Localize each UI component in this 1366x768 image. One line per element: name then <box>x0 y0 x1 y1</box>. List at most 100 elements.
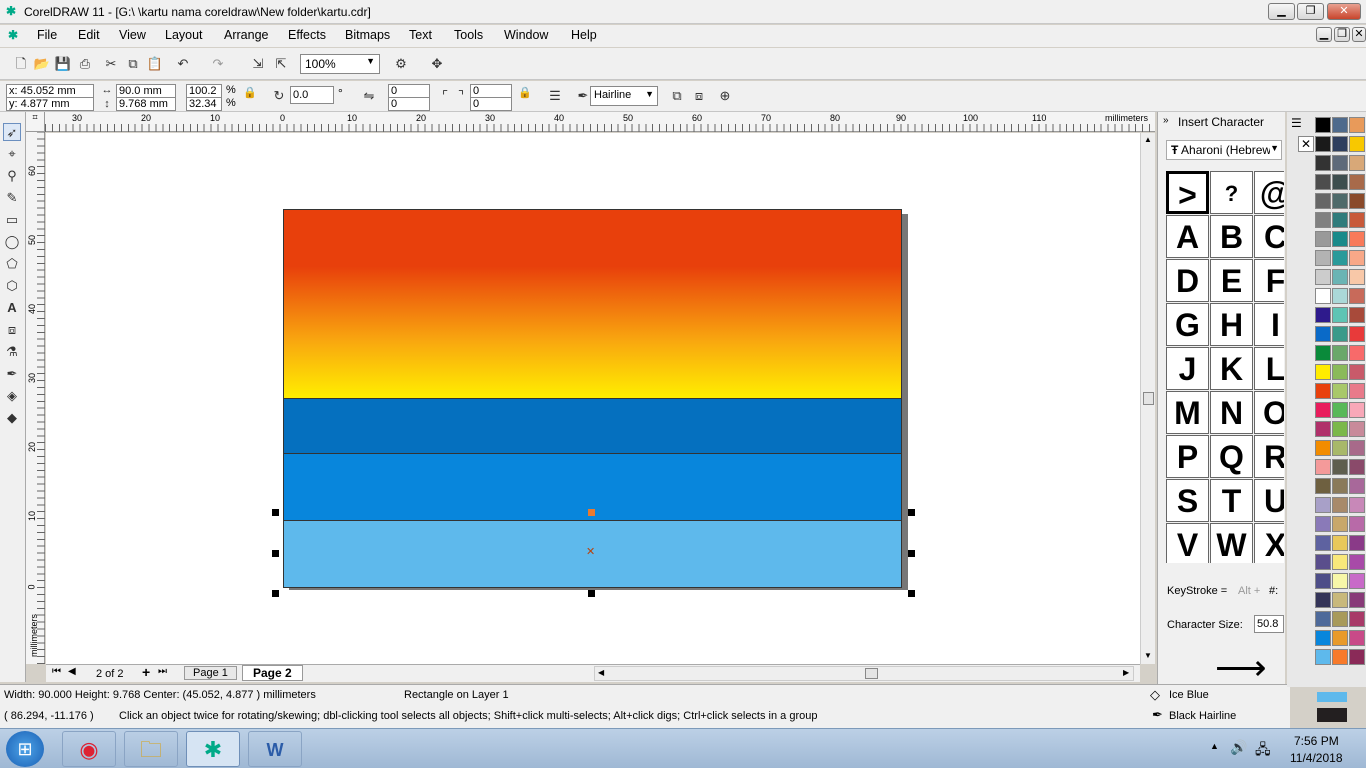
mirror-icon[interactable]: ⇋ <box>360 87 378 105</box>
color-swatch[interactable] <box>1349 459 1365 475</box>
menu-edit[interactable]: Edit <box>78 28 100 42</box>
color-swatch[interactable] <box>1349 364 1365 380</box>
menu-text[interactable]: Text <box>409 28 432 42</box>
char-cell[interactable]: B <box>1210 215 1253 258</box>
scroll-thumb[interactable] <box>1143 392 1154 405</box>
color-swatch[interactable] <box>1315 611 1331 627</box>
color-swatch[interactable] <box>1349 421 1365 437</box>
color-swatch[interactable] <box>1349 288 1365 304</box>
char-cell[interactable]: F <box>1254 259 1284 302</box>
color-swatch[interactable] <box>1349 307 1365 323</box>
selection-handle[interactable] <box>908 509 915 516</box>
char-cell[interactable]: X <box>1254 523 1284 563</box>
color-swatch[interactable] <box>1315 402 1331 418</box>
selection-handle[interactable] <box>272 550 279 557</box>
dark-blue-rectangle[interactable] <box>283 398 902 454</box>
color-swatch[interactable] <box>1349 630 1365 646</box>
network-icon[interactable]: 🖧 <box>1255 739 1271 763</box>
char-cell[interactable]: I <box>1254 303 1284 346</box>
clock-date[interactable]: 11/4/2018 <box>1290 751 1343 765</box>
color-swatch[interactable] <box>1315 554 1331 570</box>
redo-icon[interactable]: ↷ <box>209 55 227 73</box>
docker-collapse-icon[interactable]: » <box>1163 115 1169 126</box>
color-swatch[interactable] <box>1332 649 1348 665</box>
color-swatch[interactable] <box>1349 535 1365 551</box>
menu-tools[interactable]: Tools <box>454 28 483 42</box>
char-cell[interactable]: A <box>1166 215 1209 258</box>
font-select[interactable]: Ŧ Aharoni (Hebrew ▼ <box>1166 140 1282 160</box>
pick-tool-icon[interactable]: ➶ <box>3 123 21 141</box>
color-swatch[interactable] <box>1332 364 1348 380</box>
paste-icon[interactable]: 📋 <box>146 55 164 73</box>
char-cell[interactable]: > <box>1166 171 1209 214</box>
explorer-taskbar-button[interactable]: 🗀 <box>124 731 178 767</box>
color-swatch[interactable] <box>1332 288 1348 304</box>
corner-tl-field[interactable]: 0 <box>388 84 430 98</box>
char-cell[interactable]: M <box>1166 391 1209 434</box>
color-swatch[interactable] <box>1349 326 1365 342</box>
color-swatch[interactable] <box>1332 630 1348 646</box>
zoom-tool-icon[interactable]: ⚲ <box>3 167 21 185</box>
tab-page-1[interactable]: Page 1 <box>184 666 237 680</box>
coreldraw-taskbar-button[interactable]: ✱ <box>186 731 240 767</box>
color-swatch[interactable] <box>1315 497 1331 513</box>
convert-to-curves-icon[interactable]: ⊕ <box>716 87 734 105</box>
save-icon[interactable]: 💾 <box>54 55 72 73</box>
x-position-field[interactable]: x: 45.052 mm <box>6 84 94 98</box>
color-swatch[interactable] <box>1315 345 1331 361</box>
undo-icon[interactable]: ↶ <box>174 55 192 73</box>
vertical-ruler[interactable]: 60 50 40 30 20 10 0 millimeters <box>26 132 45 664</box>
to-back-icon[interactable]: ⧈ <box>690 87 708 105</box>
color-swatch[interactable] <box>1315 649 1331 665</box>
color-swatch[interactable] <box>1315 155 1331 171</box>
maximize-button[interactable]: ❐ <box>1297 3 1324 20</box>
color-swatch[interactable] <box>1315 250 1331 266</box>
char-cell[interactable]: T <box>1210 479 1253 522</box>
volume-icon[interactable]: 🔊 <box>1230 739 1247 756</box>
color-swatch[interactable] <box>1315 326 1331 342</box>
shape-tool-icon[interactable]: ⌖ <box>3 145 21 163</box>
no-fill-swatch[interactable]: ✕ <box>1298 136 1314 152</box>
color-swatch[interactable] <box>1349 117 1365 133</box>
horizontal-scrollbar[interactable]: ◀ ▶ <box>594 666 1134 681</box>
color-swatch[interactable] <box>1332 269 1348 285</box>
corner-bl-field[interactable]: 0 <box>388 97 430 111</box>
rectangle-tool-icon[interactable]: ▭ <box>3 211 21 229</box>
char-cell[interactable]: @ <box>1254 171 1284 214</box>
color-swatch[interactable] <box>1315 231 1331 247</box>
color-swatch[interactable] <box>1349 231 1365 247</box>
color-swatch[interactable] <box>1349 440 1365 456</box>
open-icon[interactable]: 📂 <box>33 55 51 73</box>
clock-time[interactable]: 7:56 PM <box>1294 734 1339 748</box>
add-page-icon[interactable]: + <box>142 664 150 680</box>
corner-br-field[interactable]: 0 <box>470 97 512 111</box>
color-swatch[interactable] <box>1332 326 1348 342</box>
char-cell[interactable]: L <box>1254 347 1284 390</box>
scroll-up-icon[interactable]: ▲ <box>1144 135 1152 144</box>
scroll-right-icon[interactable]: ▶ <box>1123 668 1129 677</box>
menu-layout[interactable]: Layout <box>165 28 203 42</box>
color-swatch[interactable] <box>1332 136 1348 152</box>
gradient-rectangle[interactable] <box>283 209 902 399</box>
color-swatch[interactable] <box>1315 535 1331 551</box>
close-button[interactable]: ✕ <box>1327 3 1361 20</box>
color-swatch[interactable] <box>1315 421 1331 437</box>
color-swatch[interactable] <box>1315 592 1331 608</box>
menu-file[interactable]: File <box>37 28 57 42</box>
color-swatch[interactable] <box>1332 231 1348 247</box>
import-icon[interactable]: ⇲ <box>249 55 267 73</box>
char-cell[interactable]: C <box>1254 215 1284 258</box>
color-swatch[interactable] <box>1332 497 1348 513</box>
color-swatch[interactable] <box>1315 440 1331 456</box>
color-swatch[interactable] <box>1349 497 1365 513</box>
doc-close-button[interactable]: ✕ <box>1352 27 1366 42</box>
menu-effects[interactable]: Effects <box>288 28 326 42</box>
prev-page-icon[interactable]: ◀ <box>68 666 76 677</box>
menu-bitmaps[interactable]: Bitmaps <box>345 28 390 42</box>
word-taskbar-button[interactable]: W <box>248 731 302 767</box>
color-swatch[interactable] <box>1349 345 1365 361</box>
app-launcher-icon[interactable]: ⚙ <box>392 55 410 73</box>
corner-tr-field[interactable]: 0 <box>470 84 512 98</box>
color-swatch[interactable] <box>1349 516 1365 532</box>
scale-y-field[interactable]: 32.34 <box>186 97 222 111</box>
